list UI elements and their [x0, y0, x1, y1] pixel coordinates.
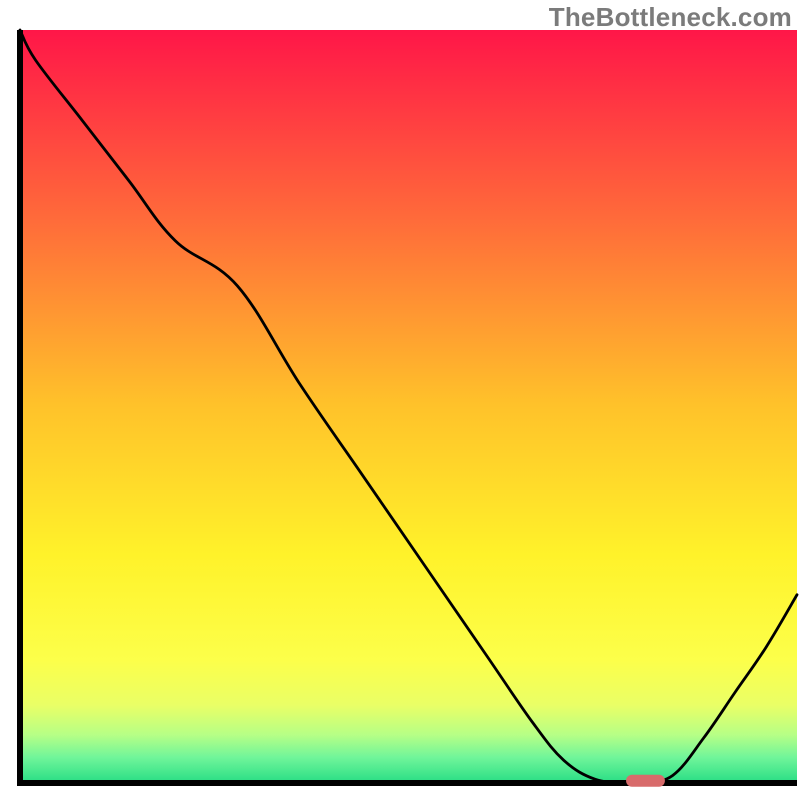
chart-container: TheBottleneck.com: [0, 0, 800, 800]
optimum-marker: [626, 775, 665, 787]
plot-background: [20, 30, 797, 780]
bottleneck-chart: [0, 0, 800, 800]
watermark-text: TheBottleneck.com: [549, 2, 792, 33]
